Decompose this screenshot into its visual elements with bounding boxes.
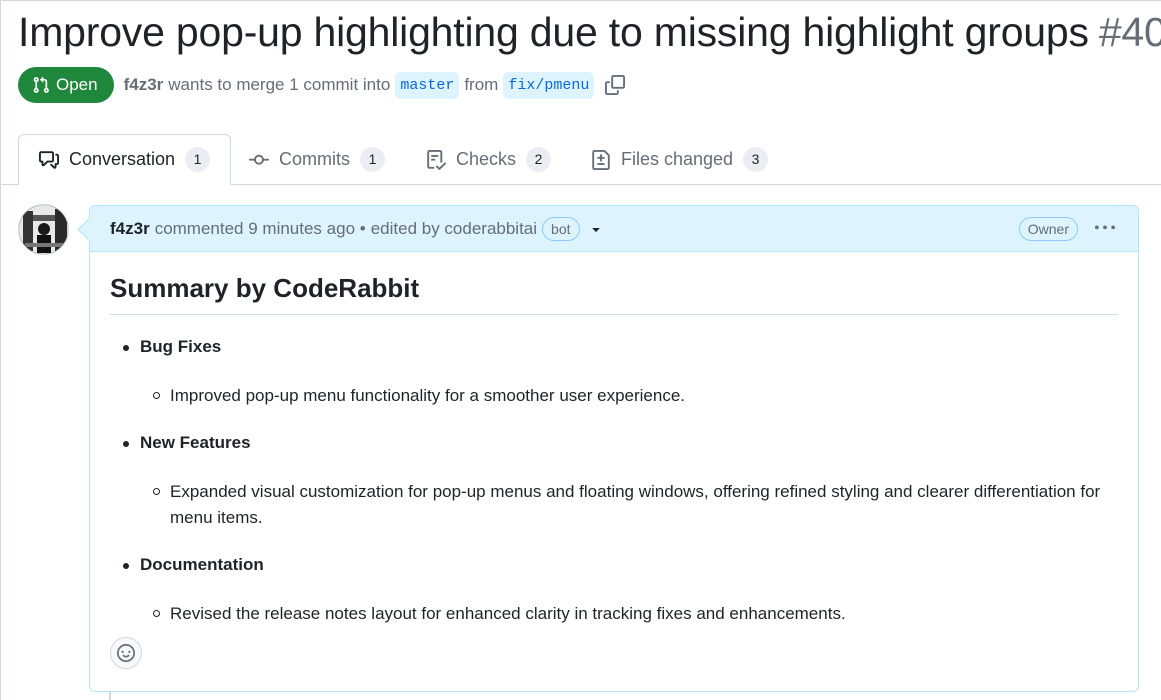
- section-title: Bug Fixes: [140, 337, 222, 356]
- pr-tabs: Conversation 1 Commits 1 Checks 2 Files …: [1, 134, 1161, 185]
- list-item: New Features Expanded visual customizati…: [110, 433, 1118, 531]
- tab-files-changed[interactable]: Files changed 3: [591, 134, 769, 185]
- comment-header: f4z3r commented 9 minutes ago • edited b…: [90, 206, 1138, 252]
- tab-counter: 3: [743, 147, 769, 172]
- sub-item: Revised the release notes layout for enh…: [140, 601, 1118, 627]
- status-label: Open: [56, 75, 98, 94]
- head-branch[interactable]: fix/pmenu: [503, 71, 595, 99]
- summary-heading: Summary by CodeRabbit: [110, 272, 1118, 315]
- sub-item: Improved pop-up menu functionality for a…: [140, 383, 1118, 409]
- merge-text: wants to merge 1 commit into: [168, 75, 391, 94]
- triangle-down-icon: [591, 227, 600, 232]
- tab-label: Commits: [279, 149, 350, 169]
- list-item: Bug Fixes Improved pop-up menu functiona…: [110, 337, 1118, 409]
- pull-request-icon: [33, 76, 49, 93]
- commit-icon: [249, 154, 269, 165]
- timeline-line: [109, 692, 111, 700]
- tab-label: Files changed: [621, 149, 734, 169]
- summary-list: Bug Fixes Improved pop-up menu functiona…: [110, 337, 1118, 627]
- more-options-button[interactable]: [1094, 218, 1116, 243]
- pr-title: Improve pop-up highlighting due to missi…: [18, 7, 1161, 57]
- add-reaction-button[interactable]: [110, 637, 142, 669]
- tab-counter: 2: [526, 147, 552, 172]
- edited-by[interactable]: edited by coderabbitai: [371, 219, 537, 239]
- tab-conversation[interactable]: Conversation 1: [18, 134, 232, 185]
- comment-body: Summary by CodeRabbit Bug Fixes Improved…: [90, 272, 1138, 627]
- tab-label: Checks: [456, 149, 517, 169]
- sub-item: Expanded visual customization for pop-up…: [140, 479, 1118, 531]
- tab-counter: 1: [185, 147, 211, 172]
- edit-history-dropdown[interactable]: [588, 221, 604, 237]
- kebab-horizontal-icon: [1095, 225, 1115, 230]
- list-item: Documentation Revised the release notes …: [110, 555, 1118, 627]
- section-title: Documentation: [140, 555, 264, 574]
- tab-label: Conversation: [69, 149, 176, 169]
- section-title: New Features: [140, 433, 251, 452]
- pr-meta: Open f4z3r wants to merge 1 commit into …: [18, 67, 626, 103]
- owner-badge: Owner: [1018, 217, 1078, 241]
- copy-branch-button[interactable]: [605, 75, 626, 95]
- copy-icon: [605, 75, 626, 95]
- comment-timestamp[interactable]: commented 9 minutes ago •: [155, 219, 366, 239]
- checklist-icon: [427, 149, 446, 170]
- bot-label: bot: [542, 216, 580, 241]
- status-badge: Open: [18, 67, 114, 103]
- pr-title-text: Improve pop-up highlighting due to missi…: [18, 9, 1089, 55]
- from-text: from: [464, 75, 499, 94]
- base-branch[interactable]: master: [395, 71, 460, 99]
- comment-discussion-icon: [39, 150, 59, 169]
- file-diff-icon: [592, 149, 610, 170]
- tab-commits[interactable]: Commits 1: [249, 134, 385, 185]
- avatar[interactable]: [18, 204, 69, 255]
- pr-number: #40: [1098, 9, 1161, 55]
- author-link[interactable]: f4z3r: [124, 75, 164, 95]
- comment-box: f4z3r commented 9 minutes ago • edited b…: [89, 205, 1139, 692]
- tab-counter: 1: [360, 147, 385, 172]
- tab-checks[interactable]: Checks 2: [426, 134, 552, 185]
- smiley-icon: [117, 644, 135, 662]
- comment-author[interactable]: f4z3r: [110, 219, 150, 239]
